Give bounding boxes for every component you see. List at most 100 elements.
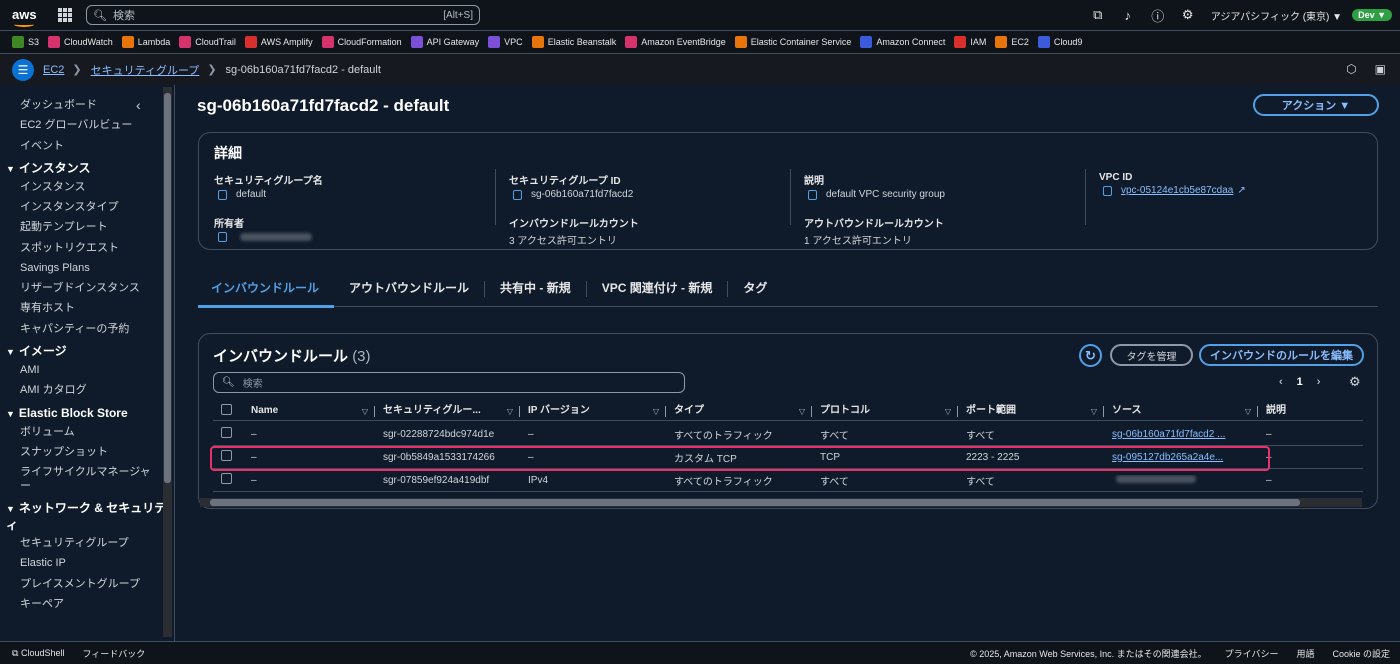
column-header[interactable]: IP バージョン ▽ <box>520 404 666 420</box>
sidebar-item[interactable]: イベント <box>0 136 174 156</box>
sidebar-item[interactable]: Savings Plans <box>0 258 174 278</box>
tab-inbound-rules[interactable]: インバウンドルール <box>198 281 335 308</box>
refresh-icon[interactable]: ↻ <box>1079 344 1102 367</box>
services-grid-icon[interactable] <box>58 8 72 22</box>
next-page-icon[interactable]: › <box>1317 376 1321 388</box>
favorite-api-gateway[interactable]: API Gateway <box>410 36 479 48</box>
sidebar-item[interactable]: ダッシュボード <box>0 95 174 115</box>
current-page[interactable]: 1 <box>1297 376 1303 388</box>
tab-vpc-associations[interactable]: VPC 関連付け - 新規 <box>587 281 729 297</box>
favorite-lambda[interactable]: Lambda <box>121 36 170 48</box>
favorite-cloudwatch[interactable]: CloudWatch <box>48 36 113 48</box>
collapse-sidebar-icon[interactable]: ‹ <box>136 97 141 113</box>
region-selector[interactable]: アジアパシフィック (東京) ▼ <box>1211 8 1342 23</box>
favorite-amplify[interactable]: AWS Amplify <box>244 36 313 48</box>
external-link-icon[interactable]: ↗ <box>1237 185 1245 196</box>
tab-tags[interactable]: タグ <box>728 281 782 297</box>
edit-inbound-rules-button[interactable]: インバウンドのルールを編集 <box>1199 344 1364 366</box>
table-row[interactable]: – sgr-02288724bdc974d1e – すべてのトラフィック すべて すべて s… <box>213 423 1363 446</box>
sidebar-item[interactable]: プレイスメントグループ <box>0 574 174 594</box>
vpc-id-link[interactable]: vpc-05124e1cb5e87cdaa <box>1121 185 1233 196</box>
copy-icon[interactable] <box>218 232 227 242</box>
global-search-input[interactable]: 🔍︎ 検索 [Alt+S] <box>86 5 480 25</box>
breadcrumb-ec2[interactable]: EC2 <box>43 64 64 76</box>
sort-caret-icon[interactable]: ▽ <box>1091 405 1097 419</box>
sort-caret-icon[interactable]: ▽ <box>945 405 951 419</box>
favorite-cloudtrail[interactable]: CloudTrail <box>179 36 236 48</box>
favorite-cloudformation[interactable]: CloudFormation <box>321 36 402 48</box>
breadcrumb-security-groups[interactable]: セキュリティグループ <box>91 62 200 78</box>
account-profile-badge[interactable]: Dev ▼ <box>1352 9 1392 21</box>
rules-search-input[interactable]: 🔍︎ 検索 <box>213 372 685 393</box>
column-header[interactable]: 説明 <box>1258 404 1363 420</box>
sidebar-scrollbar-thumb[interactable] <box>164 93 171 483</box>
favorite-cloud9[interactable]: Cloud9 <box>1037 36 1082 48</box>
column-header[interactable]: ソース ▽ <box>1104 404 1258 420</box>
column-header[interactable]: タイプ ▽ <box>666 404 812 420</box>
sort-caret-icon[interactable]: ▽ <box>653 405 659 419</box>
favorite-ecs[interactable]: Elastic Container Service <box>734 36 851 48</box>
sidebar-item[interactable]: リザーブドインスタンス <box>0 278 174 298</box>
previous-page-icon[interactable]: ‹ <box>1279 376 1283 388</box>
select-all-checkbox[interactable] <box>221 404 232 415</box>
sidebar-item[interactable]: EC2 グローバルビュー <box>0 115 174 135</box>
feedback-link[interactable]: フィードバック <box>82 647 145 660</box>
copy-icon[interactable] <box>808 189 817 200</box>
sidebar-item[interactable]: インスタンス <box>0 177 174 197</box>
favorite-iam[interactable]: IAM <box>954 36 986 48</box>
table-horizontal-scrollbar[interactable] <box>200 498 1362 507</box>
sidebar-item[interactable]: インスタンスタイプ <box>0 197 174 217</box>
cookie-settings-link[interactable]: Cookie の設定 <box>1332 647 1390 660</box>
cloudshell-icon[interactable]: ⧉ <box>1083 7 1113 23</box>
row-checkbox[interactable] <box>221 427 232 438</box>
sidebar-item[interactable]: 専有ホスト <box>0 298 174 318</box>
copy-icon[interactable] <box>1103 185 1112 196</box>
notifications-panel-icon[interactable]: ⬡ <box>1346 62 1356 76</box>
source-cell[interactable]: sg-06b160a71fd7facd2 ... <box>1104 429 1258 440</box>
sidebar-section-header[interactable]: ▼ ネットワーク & セキュリティ <box>0 500 174 533</box>
sidebar-section-header[interactable]: ▼ Elastic Block Store <box>0 405 174 422</box>
row-checkbox[interactable] <box>221 473 232 484</box>
sidebar-item[interactable]: スナップショット <box>0 442 174 462</box>
cloudshell-footer-button[interactable]: ⧉ CloudShell <box>12 648 64 659</box>
actions-button[interactable]: アクション ▼ <box>1253 94 1379 116</box>
scrollbar-thumb[interactable] <box>210 499 1300 506</box>
favorite-beanstalk[interactable]: Elastic Beanstalk <box>531 36 616 48</box>
copy-icon[interactable] <box>513 189 522 200</box>
sidebar-item[interactable]: Elastic IP <box>0 553 174 573</box>
sort-caret-icon[interactable]: ▽ <box>507 405 513 419</box>
favorite-ec2[interactable]: EC2 <box>995 36 1029 48</box>
sort-caret-icon[interactable]: ▽ <box>362 405 368 419</box>
sort-caret-icon[interactable]: ▽ <box>799 405 805 419</box>
sidebar-item[interactable]: スポットリクエスト <box>0 238 174 258</box>
table-row[interactable]: – sgr-07859ef924a419dbf IPv4 すべてのトラフィック すべて す… <box>213 469 1363 492</box>
notifications-bell-icon[interactable]: ♪ <box>1113 8 1143 23</box>
favorite-vpc[interactable]: VPC <box>488 36 523 48</box>
tab-outbound-rules[interactable]: アウトバウンドルール <box>334 281 486 297</box>
sidebar-item[interactable]: セキュリティグループ <box>0 533 174 553</box>
column-header[interactable]: セキュリティグルー... ▽ <box>375 404 520 420</box>
sort-caret-icon[interactable]: ▽ <box>1245 405 1251 419</box>
privacy-link[interactable]: プライバシー <box>1225 647 1279 660</box>
sidebar-section-header[interactable]: ▼ インスタンス <box>0 160 174 177</box>
info-panel-icon[interactable]: ▣ <box>1375 62 1386 76</box>
column-header[interactable]: プロトコル ▽ <box>812 404 958 420</box>
sidebar-item[interactable]: 起動テンプレート <box>0 217 174 237</box>
menu-toggle-icon[interactable]: ☰ <box>12 58 34 81</box>
column-header[interactable]: Name ▽ <box>243 404 375 420</box>
sidebar-section-header[interactable]: ▼ イメージ <box>0 343 174 360</box>
help-icon[interactable]: ⓘ <box>1143 6 1173 25</box>
sidebar-item[interactable]: キーペア <box>0 594 174 614</box>
sidebar-item[interactable]: ボリューム <box>0 422 174 442</box>
table-preferences-gear-icon[interactable]: ⚙ <box>1349 374 1361 390</box>
favorite-connect[interactable]: Amazon Connect <box>860 36 945 48</box>
sidebar-item[interactable]: AMI カタログ <box>0 380 174 400</box>
column-header[interactable]: ポート範囲 ▽ <box>958 404 1104 420</box>
aws-logo[interactable]: aws <box>12 8 44 27</box>
sidebar-item[interactable]: AMI <box>0 360 174 380</box>
sidebar-item[interactable]: キャパシティーの予約 <box>0 319 174 339</box>
terms-link[interactable]: 用語 <box>1296 647 1314 660</box>
manage-tags-button[interactable]: タグを管理 <box>1110 344 1193 366</box>
favorite-eventbridge[interactable]: Amazon EventBridge <box>625 36 726 48</box>
copy-icon[interactable] <box>218 189 227 200</box>
